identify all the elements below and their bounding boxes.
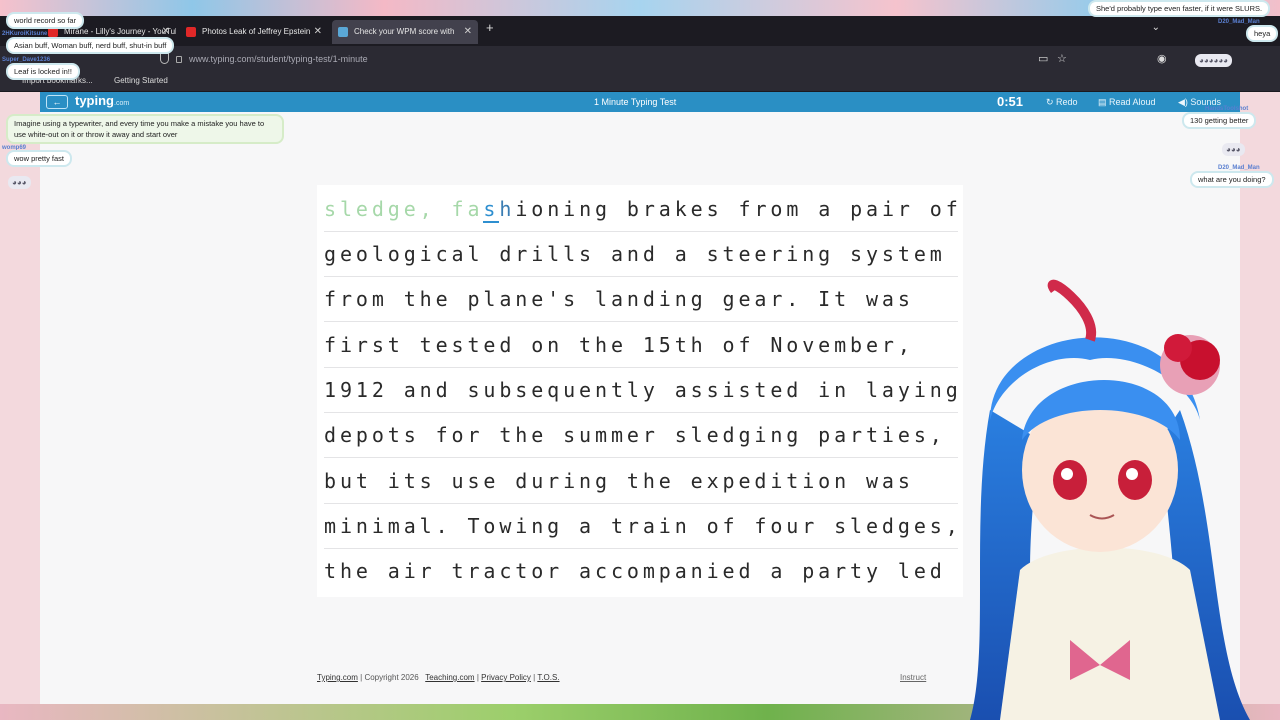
- lock-icon: [176, 56, 182, 63]
- text-line: the air tractor accompanied a party led: [324, 559, 946, 583]
- emote-row: ◕◕◕: [8, 176, 31, 189]
- chat-message: heya: [1246, 25, 1279, 42]
- text-line: depots for the summer sledging parties,: [324, 413, 958, 458]
- emote-row: ◕◕◕◕◕◕: [1195, 54, 1232, 67]
- footer-brand-link[interactable]: Typing.com: [317, 673, 358, 682]
- redo-button[interactable]: ↻ Redo: [1046, 97, 1078, 108]
- typing-logo[interactable]: typing.com: [75, 93, 129, 108]
- text-line-1: sledge, fashioning brakes from a pair of: [324, 187, 958, 232]
- new-tab-button[interactable]: +: [486, 20, 494, 35]
- typing-icon: [338, 27, 348, 37]
- close-icon[interactable]: ✕: [464, 20, 472, 44]
- chevron-down-icon[interactable]: ⌄: [1152, 22, 1160, 33]
- read-aloud-button[interactable]: ▤ Read Aloud: [1098, 97, 1156, 108]
- chat-message: Imagine using a typewriter, and every ti…: [6, 114, 284, 144]
- site-header: ← typing.com 1 Minute Typing Test 0:51 ↻…: [40, 92, 1240, 112]
- shield-icon[interactable]: [160, 53, 169, 64]
- reader-view-icon[interactable]: ▭: [1038, 52, 1048, 65]
- vtuber-avatar: [970, 279, 1250, 720]
- chat-message: She'd probably type even faster, if it w…: [1088, 0, 1271, 17]
- text-line: geological drills and a steering system: [324, 232, 958, 277]
- privacy-link[interactable]: Privacy Policy: [481, 673, 531, 682]
- teaching-link[interactable]: Teaching.com: [425, 673, 474, 682]
- bookmarks-bar: Import bookmarks... Getting Started: [0, 72, 1280, 92]
- countdown-timer: 0:51: [997, 94, 1024, 109]
- page-title: 1 Minute Typing Test: [594, 97, 677, 107]
- text-line: 1912 and subsequently assisted in laying: [324, 368, 958, 413]
- star-icon[interactable]: ☆: [1057, 52, 1067, 65]
- tab-typing[interactable]: Check your WPM score with ✕: [332, 20, 478, 44]
- text-line: from the plane's landing gear. It was: [324, 277, 958, 322]
- bookmark-getting-started[interactable]: Getting Started: [114, 76, 168, 85]
- text-line: but its use during the expedition was: [324, 459, 958, 504]
- cursor-letter: s: [483, 197, 500, 223]
- footer: Typing.com | Copyright 2026 Teaching.com…: [317, 673, 560, 682]
- read-aloud-icon: ▤: [1098, 97, 1110, 107]
- address-field[interactable]: www.typing.com/student/typing-test/1-min…: [176, 51, 368, 67]
- tab-youtube-photos[interactable]: Photos Leak of Jeffrey Epstein ✕: [180, 20, 328, 44]
- chat-message: Asian buff, Woman buff, nerd buff, shut-…: [6, 37, 175, 54]
- chat-message: 130 getting better: [1182, 112, 1257, 129]
- redo-icon: ↻: [1046, 97, 1057, 107]
- chat-message: world record so far: [6, 12, 85, 29]
- speaker-icon: ◀): [1178, 97, 1191, 107]
- text-line: minimal. Towing a train of four sledges,: [324, 504, 958, 549]
- text-line: first tested on the 15th of November,: [324, 323, 958, 368]
- browser-tab-bar: Mirane - Lilly's Journey - YouTube ✕ Pho…: [0, 16, 1280, 46]
- emote-row: ◕◕◕: [1222, 143, 1245, 156]
- chat-message: what are you doing?: [1190, 171, 1274, 188]
- close-icon[interactable]: ✕: [314, 20, 322, 44]
- instructor-link[interactable]: Instruct: [900, 673, 926, 682]
- chat-message: wow pretty fast: [6, 150, 73, 167]
- youtube-icon: [186, 27, 196, 37]
- tos-link[interactable]: T.O.S.: [537, 673, 559, 682]
- chat-message: Leaf is locked in!!: [6, 63, 80, 80]
- back-button[interactable]: ←: [46, 95, 68, 109]
- url-bar: www.typing.com/student/typing-test/1-min…: [0, 46, 1280, 72]
- account-icon[interactable]: ◉: [1157, 52, 1167, 65]
